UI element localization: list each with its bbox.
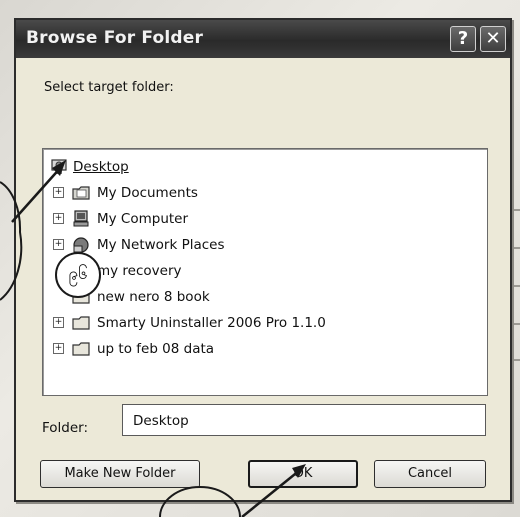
tree-item-label: my recovery — [97, 263, 182, 279]
title-bar[interactable]: Browse For Folder ? ✕ — [16, 20, 510, 58]
tree-item-label: My Documents — [97, 185, 198, 201]
make-new-folder-button[interactable]: Make New Folder — [40, 460, 200, 488]
expand-toggle[interactable]: + — [53, 239, 64, 250]
tree-item-my-computer[interactable]: + My Computer — [53, 209, 293, 231]
annotation-circle-label: ၉၆ — [55, 252, 101, 298]
computer-icon — [73, 210, 89, 227]
ok-button[interactable]: OK — [248, 460, 358, 488]
tree-item-label: Desktop — [73, 159, 129, 175]
close-button[interactable]: ✕ — [480, 26, 506, 52]
expand-toggle[interactable]: + — [53, 187, 64, 198]
desktop-icon — [51, 159, 67, 174]
tree-item-label: up to feb 08 data — [97, 341, 215, 357]
tree-item-my-network-places[interactable]: + My Network Places — [53, 235, 313, 257]
tree-item-label: My Computer — [97, 211, 189, 227]
dialog-title: Browse For Folder — [26, 28, 204, 48]
tree-item-label: My Network Places — [97, 237, 225, 253]
tree-item-my-documents[interactable]: + My Documents — [53, 183, 293, 205]
tree-item-desktop[interactable]: Desktop — [49, 157, 249, 179]
cancel-button[interactable]: Cancel — [374, 460, 486, 488]
folder-icon — [72, 342, 90, 356]
expand-toggle[interactable]: + — [53, 343, 64, 354]
documents-folder-icon — [72, 186, 90, 200]
instruction-text: Select target folder: — [44, 80, 174, 95]
folder-field-label: Folder: — [42, 420, 89, 436]
tree-item-label: Smarty Uninstaller 2006 Pro 1.1.0 — [97, 315, 326, 331]
tree-item-new-nero-8-book[interactable]: new nero 8 book — [71, 287, 311, 309]
folder-tree[interactable]: Desktop + My Documents + My Computer + M… — [42, 148, 488, 396]
folder-input[interactable]: Desktop — [122, 404, 486, 436]
folder-icon — [72, 316, 90, 330]
tree-item-smarty-uninstaller[interactable]: + Smarty Uninstaller 2006 Pro 1.1.0 — [53, 313, 453, 335]
expand-toggle[interactable]: + — [53, 213, 64, 224]
tree-item-label: new nero 8 book — [97, 289, 210, 305]
tree-item-my-recovery[interactable]: my recovery — [71, 261, 311, 283]
expand-toggle[interactable]: + — [53, 317, 64, 328]
tree-item-up-to-feb-08-data[interactable]: + up to feb 08 data — [53, 339, 313, 361]
help-button[interactable]: ? — [450, 26, 476, 52]
